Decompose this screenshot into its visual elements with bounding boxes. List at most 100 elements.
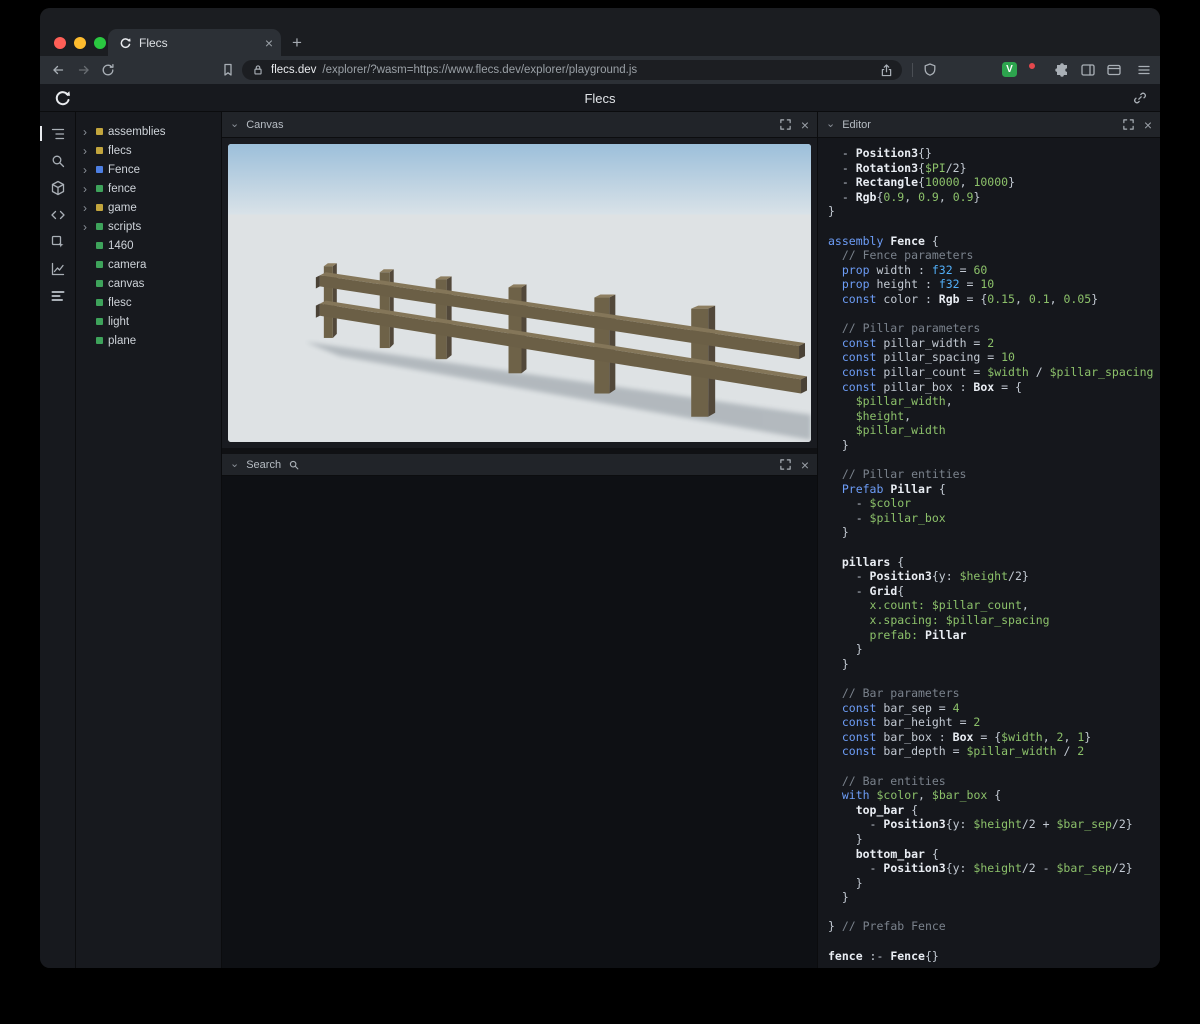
search-panel-header: ⌄ Search × [222, 454, 817, 476]
red-extension-icon[interactable] [1029, 63, 1035, 69]
code-line: - Rgb{0.9, 0.9, 0.9} [828, 190, 1160, 205]
share-icon[interactable] [879, 63, 894, 78]
canvas-panel-header: ⌄ Canvas × [222, 112, 817, 138]
code-icon[interactable] [40, 201, 76, 228]
expand-panel-icon[interactable] [779, 458, 792, 471]
code-line: prop height : f32 = 10 [828, 277, 1160, 292]
code-line [828, 219, 1160, 234]
browser-tab[interactable]: Flecs × [108, 29, 281, 56]
code-line: const pillar_width = 2 [828, 336, 1160, 351]
entity-label: camera [108, 259, 146, 271]
canvas-3d-viewport[interactable] [228, 144, 811, 442]
zoom-window-button[interactable] [94, 37, 106, 49]
entity-color-dot [96, 299, 103, 306]
toolbar-separator [912, 63, 913, 77]
code-line: } [828, 876, 1160, 891]
tree-item[interactable]: camera [76, 255, 221, 274]
entity-color-dot [96, 223, 103, 230]
expand-panel-icon[interactable] [1122, 118, 1135, 131]
code-line: const bar_box : Box = {$width, 2, 1} [828, 730, 1160, 745]
app-main: › assemblies › flecs › Fence [40, 112, 1160, 968]
entity-color-dot [96, 337, 103, 344]
editor-panel-title: Editor [842, 119, 871, 131]
search-icon[interactable] [40, 147, 76, 174]
tree-item[interactable]: › scripts [76, 217, 221, 236]
tree-item[interactable]: › assemblies [76, 122, 221, 141]
address-bar[interactable]: flecs.dev /explorer/?wasm=https://www.fl… [242, 60, 902, 80]
collapse-chevron-icon[interactable]: ⌄ [230, 119, 239, 130]
tab-close-icon[interactable]: × [265, 36, 273, 50]
code-line: $height, [828, 409, 1160, 424]
close-panel-icon[interactable]: × [801, 458, 809, 472]
entity-label: light [108, 316, 129, 328]
browser-toolbar: flecs.dev /explorer/?wasm=https://www.fl… [40, 56, 1160, 84]
tree-item[interactable]: › game [76, 198, 221, 217]
expand-panel-icon[interactable] [779, 118, 792, 131]
app-title: Flecs [40, 91, 1160, 106]
extensions-puzzle-icon[interactable] [1054, 62, 1070, 78]
code-line: - Grid{ [828, 584, 1160, 599]
editor-column: ⌄ Editor × - Position3{} - Rotation3{$PI… [818, 112, 1160, 968]
editor-panel-header: ⌄ Editor × [818, 112, 1160, 138]
code-line: pillars { [828, 555, 1160, 570]
tool-sidebar [40, 112, 76, 968]
entity-color-dot [96, 166, 103, 173]
tree-item[interactable]: › fence [76, 179, 221, 198]
sidebar-toggle-icon[interactable] [1080, 62, 1096, 78]
browser-window: Flecs × + flecs.dev [40, 8, 1160, 968]
collapse-chevron-icon[interactable]: ⌄ [826, 119, 835, 130]
tree-item[interactable]: flesc [76, 293, 221, 312]
entity-label: canvas [108, 278, 144, 290]
entity-color-dot [96, 261, 103, 268]
code-line: - $pillar_box [828, 511, 1160, 526]
lock-icon [251, 63, 265, 77]
tree-item[interactable]: 1460 [76, 236, 221, 255]
close-window-button[interactable] [54, 37, 66, 49]
entity-tree-icon[interactable] [40, 120, 76, 147]
search-panel-body [222, 476, 817, 968]
tree-item[interactable]: light [76, 312, 221, 331]
close-panel-icon[interactable]: × [801, 118, 809, 132]
link-icon[interactable] [1132, 90, 1148, 111]
tree-item[interactable]: › Fence [76, 160, 221, 179]
code-line: const bar_sep = 4 [828, 701, 1160, 716]
tree-item[interactable]: plane [76, 331, 221, 350]
minimize-window-button[interactable] [74, 37, 86, 49]
entity-label: game [108, 202, 137, 214]
code-line: } [828, 204, 1160, 219]
shield-icon[interactable] [922, 62, 938, 78]
tab-strip: Flecs × + [40, 8, 1160, 56]
vimium-extension-icon[interactable]: V [1002, 62, 1017, 77]
data-rows-icon[interactable] [40, 282, 76, 309]
reload-button[interactable] [100, 62, 116, 78]
code-line: - Position3{y: $height/2} [828, 569, 1160, 584]
tree-item[interactable]: canvas [76, 274, 221, 293]
entity-color-dot [96, 318, 103, 325]
close-panel-icon[interactable]: × [1144, 118, 1152, 132]
code-line [828, 452, 1160, 467]
wallet-icon[interactable] [1106, 62, 1122, 78]
collapse-chevron-icon[interactable]: ⌄ [230, 459, 239, 470]
tree-item[interactable]: › flecs [76, 141, 221, 160]
entity-label: 1460 [108, 240, 134, 252]
code-line: } [828, 657, 1160, 672]
entity-color-dot [96, 204, 103, 211]
desktop-background: Flecs × + flecs.dev [0, 0, 1200, 1024]
new-tab-button[interactable]: + [292, 34, 302, 51]
back-button[interactable] [50, 62, 66, 78]
code-editor[interactable]: - Position3{} - Rotation3{$PI/2} - Recta… [818, 138, 1160, 968]
forward-button[interactable] [76, 62, 92, 78]
entities-cube-icon[interactable] [40, 174, 76, 201]
search-panel-title: Search [246, 459, 281, 471]
url-domain: flecs.dev [271, 64, 316, 76]
code-line [828, 540, 1160, 555]
bookmark-icon[interactable] [220, 62, 236, 78]
canvas-select-icon[interactable] [40, 228, 76, 255]
code-line: fence :- Fence{} [828, 949, 1160, 964]
canvas-panel-body [222, 138, 817, 448]
code-line: const color : Rgb = {0.15, 0.1, 0.05} [828, 292, 1160, 307]
statistics-icon[interactable] [40, 255, 76, 282]
menu-icon[interactable] [1136, 62, 1152, 78]
app-header: Flecs [40, 84, 1160, 112]
code-line: const bar_depth = $pillar_width / 2 [828, 744, 1160, 759]
